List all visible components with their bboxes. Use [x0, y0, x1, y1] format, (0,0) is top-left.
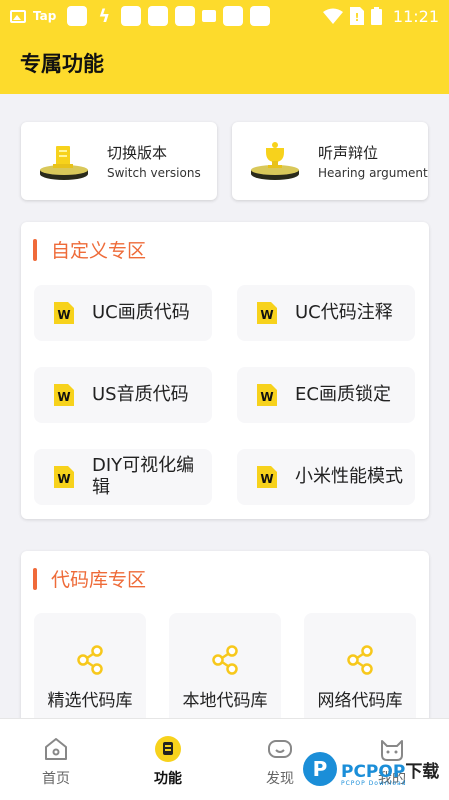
gallery-notification-icon	[10, 9, 26, 23]
section-header: 自定义专区	[33, 236, 146, 263]
feature-label: UC代码注释	[295, 302, 393, 323]
card-subtitle: Switch versions	[107, 166, 201, 180]
local-code-library-button[interactable]: 本地代码库	[169, 613, 281, 733]
svg-text:W: W	[57, 308, 70, 322]
section-title: 代码库专区	[51, 569, 147, 591]
home-icon	[45, 738, 67, 760]
trophy-podium-icon	[251, 142, 299, 180]
status-right-icons: ! 11:21	[322, 6, 439, 26]
card-subtitle: Hearing argument	[318, 166, 428, 180]
tab-label: 首页	[42, 771, 70, 787]
status-time: 11:21	[392, 6, 439, 26]
hearing-argument-card[interactable]: 听声辩位 Hearing argument	[232, 122, 428, 200]
feature-icon	[155, 736, 181, 762]
message-notification-icon	[202, 10, 217, 22]
svg-text:!: !	[354, 11, 359, 24]
watermark-brand-text: PCPOP	[341, 762, 406, 782]
us-audio-code-button[interactable]: W US音质代码	[34, 367, 212, 423]
section-accent-bar	[33, 238, 37, 261]
feature-label: EC画质锁定	[295, 384, 391, 405]
switch-versions-card[interactable]: 切换版本 Switch versions	[21, 122, 217, 200]
w-badge-icon: W	[54, 466, 74, 488]
w-badge-icon: W	[257, 466, 277, 488]
pcpop-logo: P	[303, 752, 337, 786]
watermark-brand-cn: 下载	[405, 762, 440, 782]
feature-label: UC画质代码	[92, 302, 190, 323]
trophy-podium-icon	[40, 146, 88, 180]
status-bar: Tap ϟ ! 11:21	[0, 0, 449, 32]
library-label: 本地代码库	[182, 691, 268, 711]
w-badge-icon: W	[257, 302, 277, 324]
tab-label: 功能	[154, 771, 182, 787]
diy-visual-edit-button[interactable]: W DIY可视化编辑	[34, 449, 212, 505]
uc-quality-code-button[interactable]: W UC画质代码	[34, 285, 212, 341]
uc-code-comment-button[interactable]: W UC代码注释	[237, 285, 415, 341]
status-left-icons: Tap ϟ	[10, 5, 271, 27]
app-notification-icon	[250, 6, 271, 26]
tab-features[interactable]: 功能	[112, 719, 224, 800]
watermark-tagline: PCPOP Download	[341, 780, 407, 787]
app-notification-icon	[121, 6, 142, 26]
library-label: 精选代码库	[47, 691, 133, 711]
watermark-brand: PCPOP下载	[341, 757, 439, 782]
app-notification-icon	[148, 6, 169, 26]
app-notification-icon	[67, 6, 88, 26]
custom-section: 自定义专区 W UC画质代码 W UC代码注释 W US音质代码 W EC画质锁…	[21, 222, 429, 519]
svg-text:W: W	[57, 390, 70, 404]
tap-notification-label: Tap	[33, 9, 57, 23]
xiaomi-performance-mode-button[interactable]: W 小米性能模式	[237, 449, 415, 505]
app-header: 专属功能	[0, 40, 449, 86]
section-header: 代码库专区	[33, 565, 146, 592]
section-title: 自定义专区	[51, 240, 147, 262]
bolt-notification-icon: ϟ	[98, 5, 111, 27]
featured-code-library-button[interactable]: 精选代码库	[34, 613, 146, 733]
svg-text:W: W	[260, 308, 273, 322]
network-code-library-button[interactable]: 网络代码库	[304, 613, 416, 733]
no-sim-icon: !	[349, 7, 364, 25]
code-library-section: 代码库专区 精选代码库 本地代码库 网络代码库	[21, 551, 429, 741]
feature-label: US音质代码	[92, 384, 189, 405]
share-icon	[212, 645, 238, 675]
ec-quality-lock-button[interactable]: W EC画质锁定	[237, 367, 415, 423]
app-notification-icon	[223, 6, 244, 26]
feature-label: DIY可视化编辑	[92, 455, 195, 498]
svg-text:W: W	[260, 472, 273, 486]
card-title: 听声辩位	[318, 144, 379, 162]
svg-text:W: W	[57, 472, 70, 486]
tab-home[interactable]: 首页	[0, 719, 112, 800]
page-title: 专属功能	[20, 52, 104, 76]
share-icon	[347, 645, 373, 675]
battery-icon	[370, 7, 382, 25]
w-badge-icon: W	[257, 384, 277, 406]
wifi-icon	[322, 8, 343, 24]
section-accent-bar	[33, 567, 37, 590]
pcpop-watermark: P PCPOP下载 PCPOP Download	[303, 752, 449, 792]
w-badge-icon: W	[54, 384, 74, 406]
feature-label: 小米性能模式	[295, 466, 403, 487]
card-title: 切换版本	[107, 144, 168, 162]
discover-icon	[268, 740, 292, 758]
w-badge-icon: W	[54, 302, 74, 324]
library-label: 网络代码库	[317, 691, 403, 711]
share-icon	[77, 645, 103, 675]
app-notification-icon	[175, 6, 196, 26]
svg-text:W: W	[260, 390, 273, 404]
